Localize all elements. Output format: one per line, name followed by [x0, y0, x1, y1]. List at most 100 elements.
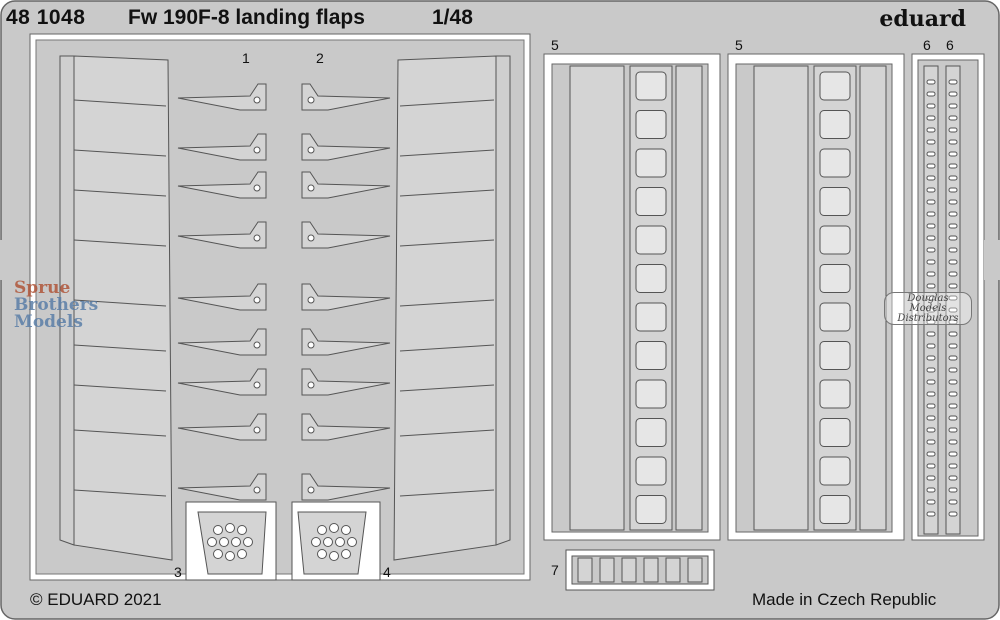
clip: [643, 557, 659, 583]
strip-slot: [948, 115, 958, 121]
right-flap-part: [393, 55, 511, 561]
strip-slot: [926, 499, 936, 505]
origin-text: Made in Czech Republic: [752, 590, 937, 609]
strip-slot: [948, 271, 958, 277]
perforation-hole: [207, 537, 217, 547]
strip-window: [819, 71, 851, 101]
strip-slot: [948, 91, 958, 97]
photo-etch-fret: [0, 0, 1000, 620]
strip-slot: [926, 127, 936, 133]
strip-slot: [948, 103, 958, 109]
strip-window: [635, 456, 667, 486]
perforation-hole: [317, 525, 327, 535]
part-3: [185, 501, 277, 581]
part-number-3: 3: [174, 564, 182, 580]
hinge-hole: [307, 234, 315, 242]
strip-window: [819, 187, 851, 216]
perforation-hole: [329, 551, 339, 561]
strip-slot: [948, 283, 958, 289]
strip-window: [819, 148, 851, 178]
hinge-hole: [253, 296, 261, 304]
strip-slot: [948, 475, 958, 481]
copyright-text: © EDUARD 2021: [30, 590, 162, 609]
strip-slot: [926, 427, 936, 433]
strip-slot: [948, 151, 958, 157]
perforation-hole: [335, 537, 345, 547]
strip-window: [635, 341, 667, 370]
strip-slot: [948, 235, 958, 241]
hinge-hole: [307, 296, 315, 304]
strip-slot: [926, 379, 936, 385]
strip-slot: [926, 271, 936, 277]
strip-slot: [948, 487, 958, 493]
hinge-hole: [253, 234, 261, 242]
part-number-6a: 6: [923, 37, 931, 53]
perforation-hole: [237, 549, 247, 559]
hinge-hole: [253, 486, 261, 494]
strip-slot: [926, 175, 936, 181]
perforation-hole: [225, 551, 235, 561]
strip-slot: [948, 379, 958, 385]
strip-panel: [859, 65, 887, 531]
strip-slot: [948, 175, 958, 181]
strip-window: [819, 110, 851, 139]
hinge-hole: [307, 341, 315, 349]
strip-slot: [948, 355, 958, 361]
hinge-hole: [253, 426, 261, 434]
perforation-hole: [323, 537, 333, 547]
strip-slot: [948, 343, 958, 349]
strip-slot: [948, 187, 958, 193]
perforation-hole: [311, 537, 321, 547]
strip-window: [635, 71, 667, 101]
part-number-6b: 6: [946, 37, 954, 53]
strip-window: [819, 418, 851, 447]
hinge-hole: [307, 381, 315, 389]
perforation-hole: [329, 523, 339, 533]
strip-slot: [926, 163, 936, 169]
strip-slot: [926, 451, 936, 457]
strip-window: [819, 341, 851, 370]
strip-window: [635, 302, 667, 332]
strip-slot: [948, 403, 958, 409]
strip-slot: [926, 187, 936, 193]
left-edge-tab: [0, 240, 16, 280]
perforation-hole: [219, 537, 229, 547]
perforation-hole: [341, 525, 351, 535]
strip-window: [819, 225, 851, 255]
strip-slot: [948, 211, 958, 217]
strip-slot: [948, 199, 958, 205]
hinge-hole: [307, 146, 315, 154]
hinge-hole: [307, 184, 315, 192]
perforation-hole: [243, 537, 253, 547]
strip-slot: [948, 415, 958, 421]
watermark-line: Models: [14, 312, 83, 332]
strip-slot: [948, 391, 958, 397]
strip-slot: [948, 331, 958, 337]
strip-slot: [926, 91, 936, 97]
strip-slot: [926, 223, 936, 229]
strip-panel: [569, 65, 625, 531]
strip-slot: [948, 451, 958, 457]
strip-slot: [926, 115, 936, 121]
strip-slot: [948, 259, 958, 265]
part-number-5a: 5: [551, 37, 559, 53]
strip-slot: [926, 463, 936, 469]
part-number-7: 7: [551, 562, 559, 578]
hinge-hole: [253, 146, 261, 154]
perforation-hole: [237, 525, 247, 535]
strip-slot: [948, 439, 958, 445]
perforation-hole: [225, 523, 235, 533]
strip-window: [819, 456, 851, 486]
strip-slot: [926, 235, 936, 241]
hinge-hole: [307, 486, 315, 494]
strip-window: [819, 379, 851, 409]
strip-window: [635, 418, 667, 447]
strip-slot: [926, 259, 936, 265]
hinge-hole: [307, 96, 315, 104]
strip-slot: [926, 103, 936, 109]
part-number-5b: 5: [735, 37, 743, 53]
sprue-brothers-watermark: Sprue Brothers Models: [14, 280, 98, 331]
strip-slot: [926, 331, 936, 337]
strip-slot: [948, 223, 958, 229]
strip-slot: [948, 247, 958, 253]
